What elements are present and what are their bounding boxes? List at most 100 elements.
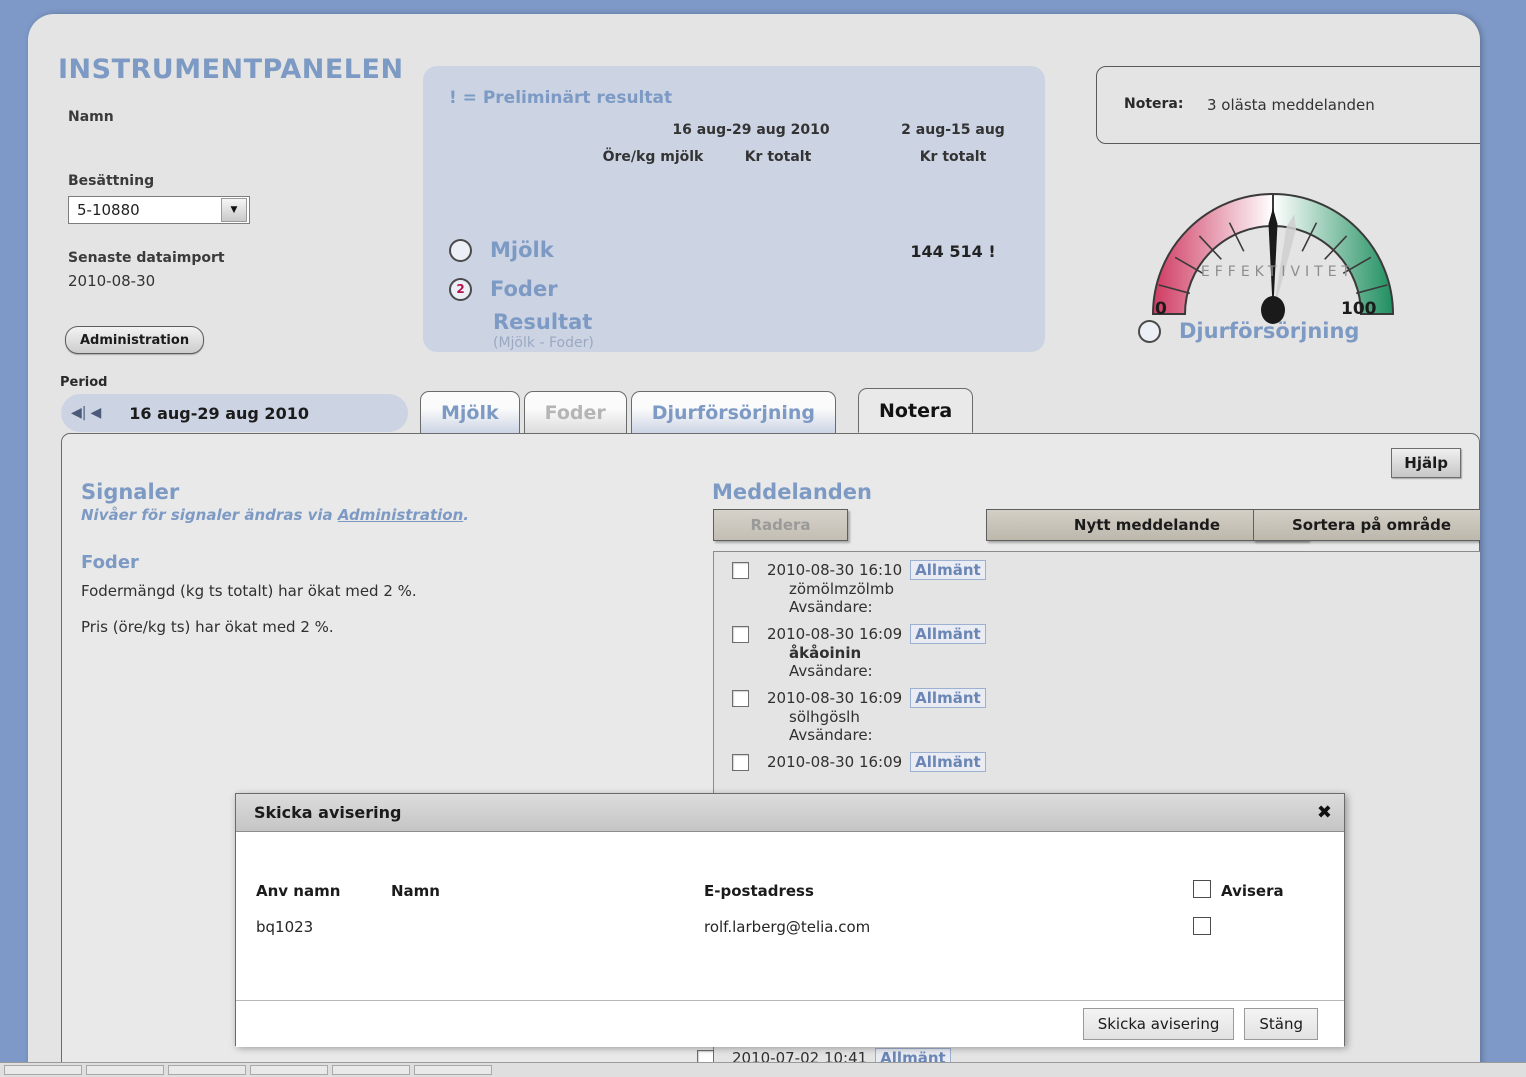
summary-card: ! = Preliminärt resultat 16 aug-29 aug 2… [423,66,1045,352]
besattning-selected-value: 5-10880 [77,201,140,219]
radio-icon-mjolk[interactable] [449,238,472,262]
gauge-max-tick: 100 [1341,299,1377,319]
message-date: 2010-08-30 16:09 [767,625,903,643]
message-checkbox[interactable] [732,625,749,643]
message-subject: sölhgöslh [789,708,860,726]
tab-mjolk[interactable]: Mjölk [420,391,520,433]
dialog-title: Skicka avisering [254,803,402,822]
summary-mjolk-value-period2: 144 514 ! [910,242,996,261]
message-category-badge: Allmänt [910,624,986,644]
list-item[interactable]: 2010-08-30 16:09 Allmänt åkåoinin Avsänd… [714,616,1480,680]
table-row-username: bq1023 [256,918,314,936]
message-sender-label: Avsändare: [789,662,873,680]
signaler-title: Signaler [81,480,180,504]
taskbar-item[interactable] [250,1065,328,1075]
taskbar-item[interactable] [414,1065,492,1075]
dialog-footer: Skicka avisering Stäng [236,1000,1344,1047]
summary-row-djurforsorjning[interactable]: Djurförsörjning [1138,319,1359,343]
dialog-titlebar: Skicka avisering ✖ [236,794,1344,832]
notera-label: Notera: [1124,96,1184,112]
message-subject: zömölmzölmb [789,580,894,598]
signaler-subtitle: Nivåer för signaler ändras via Administr… [81,506,469,524]
dialog-body: Anv namn Namn E-postadress Avisera bq102… [236,832,1344,1000]
sort-by-area-button[interactable]: Sortera på område [1253,509,1480,541]
administration-link[interactable]: Administration [338,506,463,524]
senaste-dataimport-label: Senaste dataimport [68,250,225,266]
table-row-email: rolf.larberg@telia.com [704,918,871,936]
previous-icon[interactable]: ◀ [90,405,101,421]
list-item[interactable]: 2010-08-30 16:10 Allmänt zömölmzölmb Avs… [714,552,1480,616]
signal-count-badge-foder[interactable]: 2 [449,277,472,301]
djurforsorjning-label: Djurförsörjning [1179,319,1360,343]
message-category-badge: Allmänt [910,752,986,772]
summary-period-1-header: 16 aug-29 aug 2010 [672,122,830,138]
tab-notera[interactable]: Notera [858,388,974,433]
summary-row-foder[interactable]: 2 Foder [449,277,558,301]
message-date: 2010-08-30 16:09 [767,753,903,771]
send-notification-dialog: Skicka avisering ✖ Anv namn Namn E-posta… [235,793,1345,1047]
taskbar[interactable] [0,1062,1526,1077]
summary-period-2-header: 2 aug-15 aug [901,122,1005,138]
send-notification-button[interactable]: Skicka avisering [1082,1008,1235,1040]
column-header-notify: Avisera [1221,882,1284,900]
namn-label: Namn [68,109,114,125]
preliminary-result-note: ! = Preliminärt resultat [449,88,673,108]
delete-message-button: Radera [713,509,848,541]
list-item[interactable]: 2010-08-30 16:09 Allmänt sölhgöslh Avsän… [714,680,1480,744]
list-item[interactable]: 2010-08-30 16:09 Allmänt [714,744,1480,772]
period-selector[interactable]: ◀| ◀ 16 aug-29 aug 2010 [61,394,408,432]
close-dialog-button[interactable]: Stäng [1244,1008,1318,1040]
tab-bar: Mjölk Foder Djurförsörjning Notera [420,388,977,433]
message-category-badge: Allmänt [910,560,986,580]
radio-icon-djurforsorjning[interactable] [1138,319,1161,343]
signal-group-title-foder: Foder [81,552,139,573]
close-icon[interactable]: ✖ [1317,802,1332,823]
summary-unit-kr-1: Kr totalt [744,149,812,165]
column-header-email: E-postadress [704,882,814,900]
period-label: Period [60,375,108,390]
summary-row-resultat-label: Resultat [493,310,593,334]
besattning-select[interactable]: 5-10880 ▼ [68,196,250,224]
message-subject: åkåoinin [789,644,862,662]
senaste-dataimport-value: 2010-08-30 [68,272,156,290]
summary-row-mjolk[interactable]: Mjölk [449,238,554,262]
message-sender-label: Avsändare: [789,598,873,616]
tab-foder: Foder [523,391,627,433]
page-title: INSTRUMENTPANELEN [58,54,404,85]
gauge-svg [1151,192,1395,324]
signaler-subtitle-text: Nivåer för signaler ändras via [81,506,338,524]
signal-item: Fodermängd (kg ts totalt) har ökat med 2… [81,582,417,600]
taskbar-item[interactable] [4,1065,82,1075]
chevron-down-icon[interactable]: ▼ [221,198,247,222]
gauge-min-tick: 0 [1155,299,1167,319]
tab-djurforsorjning[interactable]: Djurförsörjning [630,391,837,433]
column-header-name: Namn [391,882,440,900]
message-checkbox[interactable] [732,753,749,771]
table-row-notify-checkbox[interactable] [1193,917,1211,935]
message-checkbox[interactable] [732,689,749,707]
help-button[interactable]: Hjälp [1391,448,1461,478]
message-date: 2010-08-30 16:09 [767,689,903,707]
summary-row-mjolk-label: Mjölk [490,238,554,262]
column-header-username: Anv namn [256,882,341,900]
besattning-label: Besättning [68,173,155,189]
taskbar-item[interactable] [86,1065,164,1075]
notera-info-box: Notera: 3 olästa meddelanden [1096,66,1480,144]
summary-row-resultat: Resultat [493,310,592,334]
summary-resultat-formula: (Mjölk - Foder) [493,335,594,351]
administration-button[interactable]: Administration [65,326,205,354]
notera-unread-count: 3 olästa meddelanden [1207,96,1375,114]
message-category-badge: Allmänt [910,688,986,708]
taskbar-item[interactable] [332,1065,410,1075]
taskbar-item[interactable] [168,1065,246,1075]
message-sender-label: Avsändare: [789,726,873,744]
select-all-notify-checkbox[interactable] [1193,880,1211,898]
gauge-label: EFFEKTIVITET [1200,264,1356,280]
summary-unit-kr-2: Kr totalt [919,149,987,165]
header-region: INSTRUMENTPANELEN Namn Besättning 5-1088… [28,14,1480,364]
signal-item: Pris (öre/kg ts) har ökat med 2 %. [81,618,334,636]
message-checkbox[interactable] [732,561,749,579]
skip-to-first-icon[interactable]: ◀| [71,405,86,421]
period-value: 16 aug-29 aug 2010 [129,403,309,423]
meddelanden-title: Meddelanden [712,480,872,504]
